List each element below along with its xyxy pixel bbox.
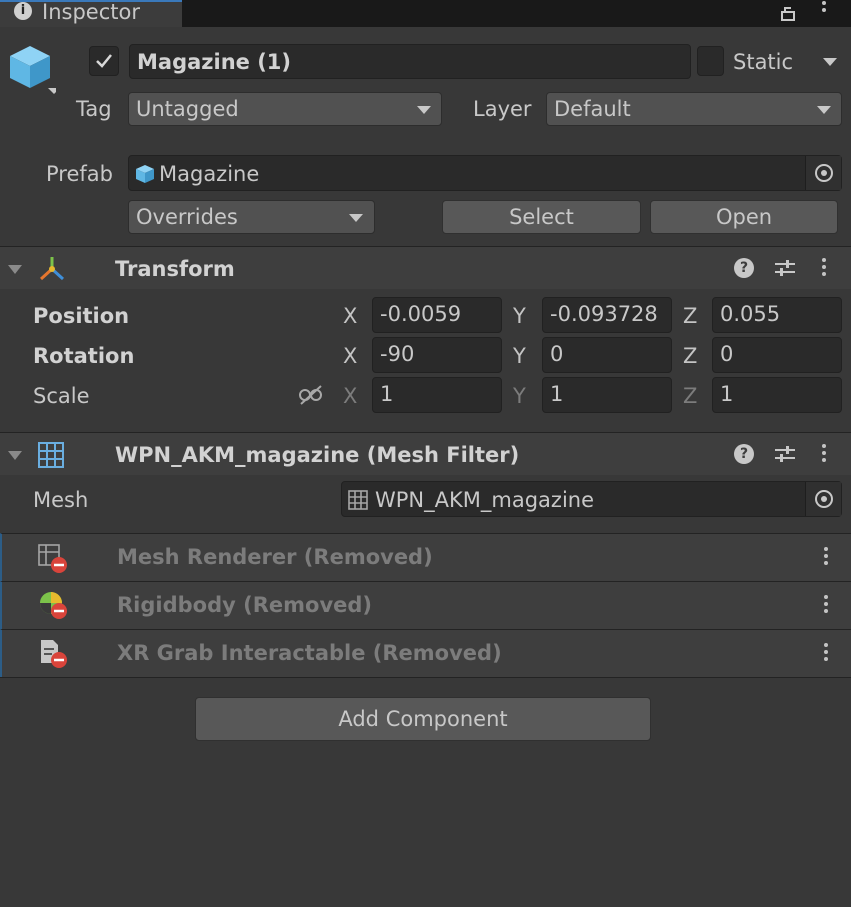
scale-y-value: 1 [550, 382, 564, 406]
tab-label: Inspector [42, 0, 140, 24]
component-menu-icon[interactable] [822, 444, 826, 465]
component-menu-icon[interactable] [824, 643, 828, 664]
tab-inspector[interactable]: i Inspector [0, 0, 182, 27]
scale-z-axis-label[interactable]: Z [683, 386, 697, 407]
help-icon[interactable]: ? [734, 444, 754, 464]
position-x-field[interactable]: -0.0059 [372, 297, 502, 333]
rotation-x-field[interactable]: -90 [372, 337, 502, 373]
transform-icon [38, 255, 66, 283]
rotation-y-field[interactable]: 0 [542, 337, 672, 373]
foldout-arrow-icon[interactable] [8, 451, 22, 460]
transform-title: Transform [115, 257, 235, 281]
scale-x-field[interactable]: 1 [372, 377, 502, 413]
position-label: Position [33, 304, 130, 328]
lock-icon[interactable] [780, 2, 796, 21]
removed-component-title: XR Grab Interactable (Removed) [117, 641, 502, 665]
mesh-filter-title: WPN_AKM_magazine (Mesh Filter) [115, 443, 520, 467]
rotation-z-field[interactable]: 0 [712, 337, 842, 373]
component-menu-icon[interactable] [824, 547, 828, 568]
add-component-label: Add Component [338, 707, 508, 731]
static-label: Static [733, 50, 794, 74]
layer-label: Layer [473, 97, 532, 121]
mesh-grid-icon [348, 490, 368, 510]
position-z-value: 0.055 [720, 302, 781, 326]
rigidbody-removed-icon [38, 590, 68, 620]
removed-component-row[interactable]: Rigidbody (Removed) [0, 581, 851, 629]
layer-dropdown[interactable]: Default [546, 92, 842, 126]
removed-component-title: Mesh Renderer (Removed) [117, 545, 433, 569]
scale-y-axis-label[interactable]: Y [513, 386, 526, 407]
tag-value: Untagged [136, 97, 239, 121]
tag-caret-icon [417, 106, 431, 114]
tag-label: Tag [76, 97, 112, 121]
scale-y-field[interactable]: 1 [542, 377, 672, 413]
open-button[interactable]: Open [650, 200, 838, 234]
static-checkbox[interactable] [697, 46, 724, 76]
mesh-filter-icon [38, 442, 64, 468]
position-y-axis-label[interactable]: Y [513, 306, 526, 327]
layer-value: Default [554, 97, 631, 121]
select-label: Select [509, 205, 574, 229]
removed-component-row[interactable]: XR Grab Interactable (Removed) [0, 629, 851, 677]
mesh-label: Mesh [33, 488, 89, 512]
scale-x-axis-label[interactable]: X [343, 386, 357, 407]
mesh-field[interactable]: WPN_AKM_magazine [341, 481, 842, 517]
mesh-renderer-removed-icon [38, 544, 68, 574]
position-y-field[interactable]: -0.093728 [542, 297, 672, 333]
prefab-field[interactable]: Magazine [128, 155, 842, 191]
position-x-value: -0.0059 [380, 302, 462, 326]
prefab-label: Prefab [46, 162, 113, 186]
object-picker-icon[interactable] [805, 482, 841, 516]
scale-label: Scale [33, 384, 90, 408]
rotation-x-axis-label[interactable]: X [343, 346, 357, 367]
rotation-label: Rotation [33, 344, 135, 368]
position-z-axis-label[interactable]: Z [683, 306, 697, 327]
prefab-value: Magazine [159, 162, 260, 186]
position-x-axis-label[interactable]: X [343, 306, 357, 327]
object-picker-icon[interactable] [805, 156, 841, 190]
rotation-z-value: 0 [720, 342, 734, 366]
removed-component-row[interactable]: Mesh Renderer (Removed) [0, 533, 851, 581]
overrides-dropdown[interactable]: Overrides [128, 200, 375, 234]
position-y-value: -0.093728 [550, 302, 658, 326]
rotation-x-value: -90 [380, 342, 415, 366]
constrain-proportions-icon[interactable] [298, 384, 324, 406]
position-z-field[interactable]: 0.055 [712, 297, 842, 333]
scale-x-value: 1 [380, 382, 394, 406]
rotation-y-value: 0 [550, 342, 564, 366]
info-icon: i [14, 2, 32, 20]
presets-icon[interactable] [774, 444, 796, 464]
rotation-y-axis-label[interactable]: Y [513, 346, 526, 367]
gameobject-cube-icon[interactable] [8, 44, 60, 96]
removed-component-title: Rigidbody (Removed) [117, 593, 373, 617]
open-label: Open [715, 205, 773, 229]
object-name-text: Magazine (1) [137, 50, 292, 74]
component-menu-icon[interactable] [822, 258, 826, 279]
overrides-label: Overrides [136, 205, 238, 229]
divider [0, 677, 851, 678]
scale-z-field[interactable]: 1 [712, 377, 842, 413]
mesh-value: WPN_AKM_magazine [375, 488, 595, 512]
tag-dropdown[interactable]: Untagged [128, 92, 442, 126]
foldout-arrow-icon[interactable] [8, 265, 22, 274]
object-name-field[interactable]: Magazine (1) [129, 44, 691, 79]
help-icon[interactable]: ? [734, 258, 754, 278]
rotation-z-axis-label[interactable]: Z [683, 346, 697, 367]
static-dropdown-icon[interactable] [823, 58, 837, 66]
scale-z-value: 1 [720, 382, 734, 406]
script-removed-icon [38, 639, 68, 669]
add-component-button[interactable]: Add Component [195, 697, 651, 741]
component-menu-icon[interactable] [824, 595, 828, 616]
tab-menu-icon[interactable] [822, 1, 826, 15]
prefab-cube-icon [135, 164, 155, 184]
layer-caret-icon [817, 106, 831, 114]
active-checkbox[interactable] [89, 46, 119, 76]
transform-header[interactable]: Transform ? [0, 246, 851, 289]
mesh-filter-header[interactable]: WPN_AKM_magazine (Mesh Filter) ? [0, 432, 851, 475]
presets-icon[interactable] [774, 258, 796, 278]
overrides-caret-icon [349, 214, 363, 222]
select-button[interactable]: Select [442, 200, 641, 234]
